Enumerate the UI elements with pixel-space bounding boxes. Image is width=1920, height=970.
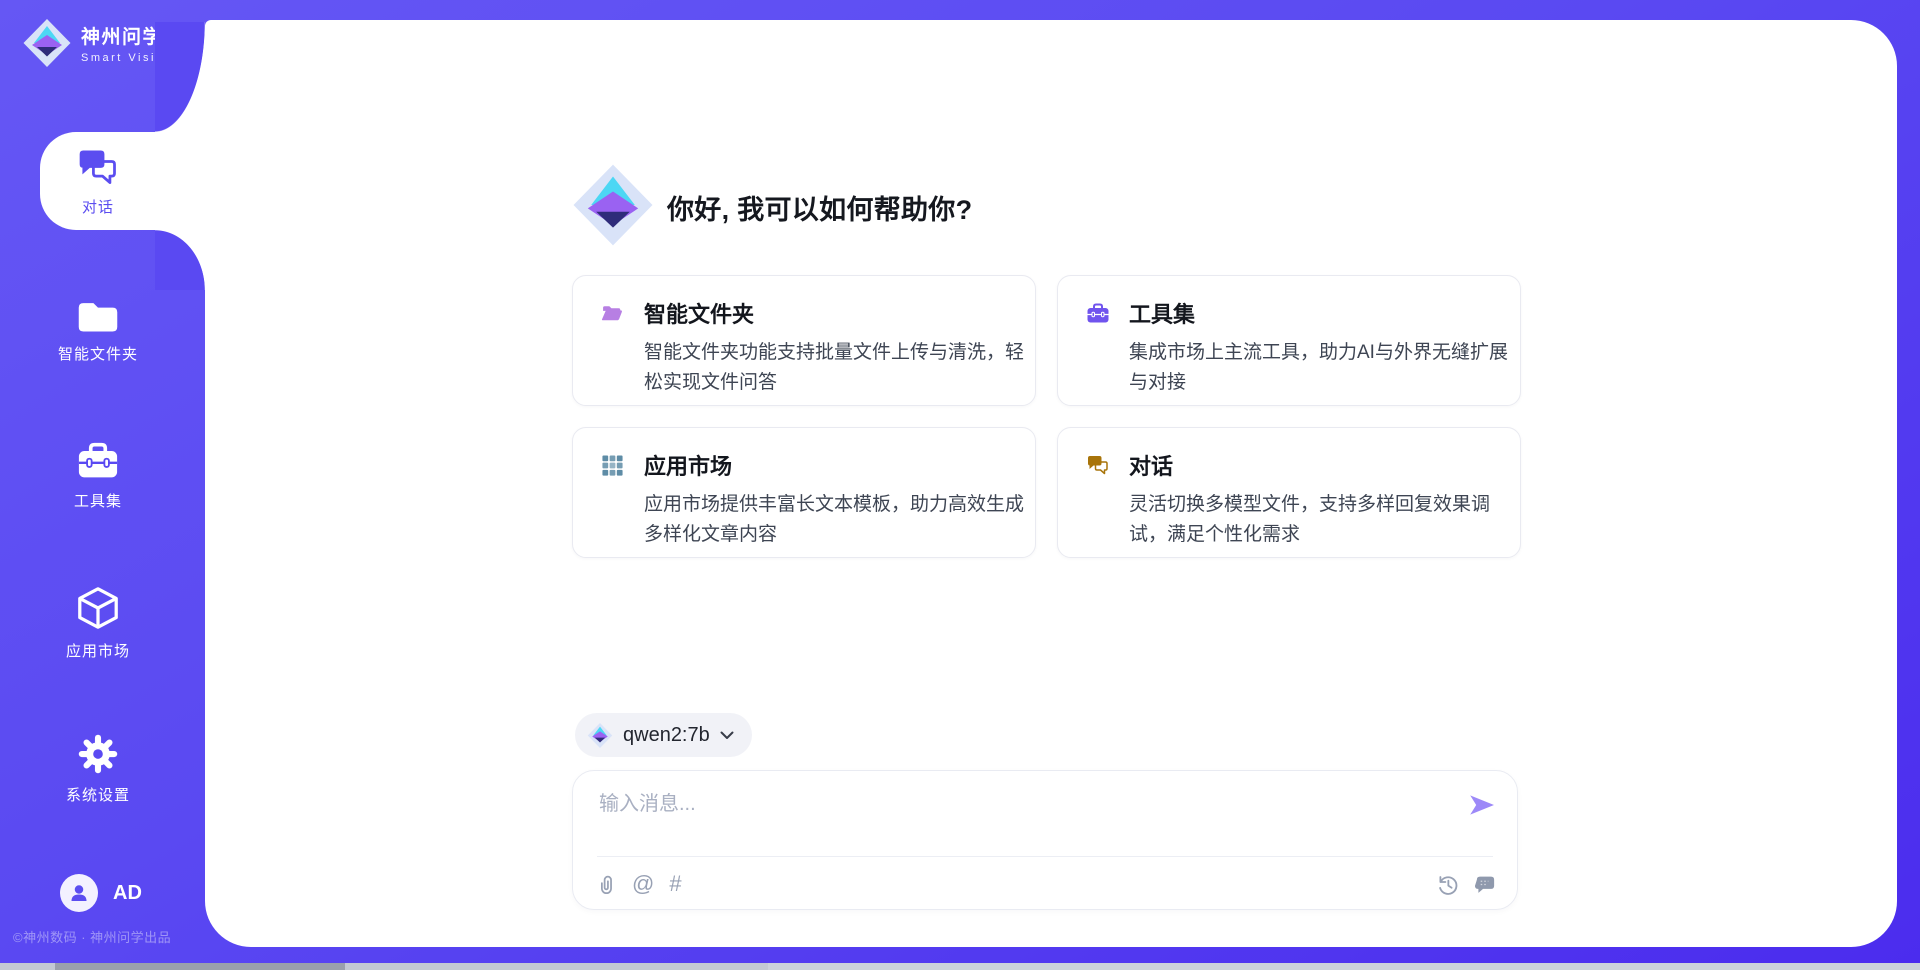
- sidebar-item-label: 系统设置: [66, 784, 130, 805]
- greeting-title: 你好, 我可以如何帮助你?: [667, 188, 972, 227]
- sidebar-item-app-market[interactable]: 应用市场: [0, 585, 196, 661]
- chat-bubbles-icon: [1086, 454, 1110, 476]
- mention-icon[interactable]: @: [632, 873, 654, 895]
- sidebar-item-label: 对话: [82, 196, 114, 217]
- card-description: 灵活切换多模型文件，支持多样回复效果调试，满足个性化需求: [1129, 490, 1511, 550]
- user-name: AD: [113, 882, 142, 905]
- toolbox-icon: [1086, 302, 1110, 325]
- card-toolset[interactable]: 工具集 集成市场上主流工具，助力AI与外界无缝扩展与对接: [1057, 275, 1521, 406]
- card-smart-folder[interactable]: 智能文件夹 智能文件夹功能支持批量文件上传与清洗，轻松实现文件问答: [572, 275, 1036, 406]
- feature-cards: 智能文件夹 智能文件夹功能支持批量文件上传与清洗，轻松实现文件问答 工具集 集成…: [572, 275, 1521, 558]
- sidebar-item-label: 智能文件夹: [58, 343, 138, 364]
- card-title: 智能文件夹: [644, 297, 754, 329]
- card-description: 集成市场上主流工具，助力AI与外界无缝扩展与对接: [1129, 338, 1511, 398]
- sidebar-item-toolset[interactable]: 工具集: [0, 441, 196, 511]
- card-title: 工具集: [1129, 297, 1195, 329]
- card-title: 应用市场: [644, 449, 732, 481]
- model-selector[interactable]: qwen2:7b: [575, 713, 752, 757]
- active-tab-flare-top: [155, 22, 205, 132]
- card-description: 应用市场提供丰富长文本模板，助力高效生成多样化文章内容: [644, 490, 1026, 550]
- card-app-market[interactable]: 应用市场 应用市场提供丰富长文本模板，助力高效生成多样化文章内容: [572, 427, 1036, 558]
- active-tab-flare-bottom: [155, 230, 205, 290]
- composer-divider: [597, 856, 1493, 857]
- diamond-logo-icon: [587, 722, 613, 749]
- brand-diamond-icon: [22, 16, 72, 70]
- chevron-down-icon: [720, 731, 734, 740]
- sidebar-item-label: 工具集: [74, 490, 122, 511]
- gear-icon: [77, 733, 119, 775]
- footer-credit: ©神州数码 · 神州问学出品: [13, 927, 171, 946]
- card-description: 智能文件夹功能支持批量文件上传与清洗，轻松实现文件问答: [644, 338, 1026, 398]
- app-grid-icon: [601, 454, 624, 477]
- folder-open-icon: [601, 302, 626, 325]
- sidebar-item-chat[interactable]: 对话: [0, 147, 196, 217]
- sidebar-item-settings[interactable]: 系统设置: [0, 733, 196, 805]
- card-title: 对话: [1129, 449, 1173, 481]
- cube-icon: [75, 585, 121, 631]
- card-chat[interactable]: 对话 灵活切换多模型文件，支持多样回复效果调试，满足个性化需求: [1057, 427, 1521, 558]
- model-name: qwen2:7b: [623, 724, 710, 747]
- scrollbar-thumb[interactable]: [55, 963, 345, 970]
- app-logo: 神州问学 Smart Vision: [22, 16, 173, 70]
- send-button[interactable]: [1467, 790, 1497, 820]
- feedback-bubble-icon[interactable]: [1474, 873, 1497, 896]
- chat-bubbles-icon: [76, 147, 120, 187]
- message-composer: @ #: [572, 770, 1518, 910]
- sidebar: 神州问学 Smart Vision 对话 智能文件夹 工具集: [0, 0, 205, 970]
- person-icon: [67, 881, 91, 905]
- history-icon[interactable]: [1436, 873, 1459, 896]
- message-input[interactable]: [597, 785, 1441, 851]
- greeting-diamond-icon: [571, 161, 655, 249]
- folder-icon: [76, 296, 120, 334]
- hash-icon[interactable]: #: [669, 873, 681, 895]
- sidebar-item-label: 应用市场: [66, 640, 130, 661]
- send-plane-icon: [1467, 790, 1497, 820]
- user-chip[interactable]: AD: [60, 874, 142, 912]
- toolbox-icon: [76, 441, 120, 481]
- horizontal-scrollbar[interactable]: [0, 963, 1920, 970]
- sidebar-item-smart-folder[interactable]: 智能文件夹: [0, 296, 196, 364]
- paperclip-icon[interactable]: [595, 872, 617, 896]
- avatar: [60, 874, 98, 912]
